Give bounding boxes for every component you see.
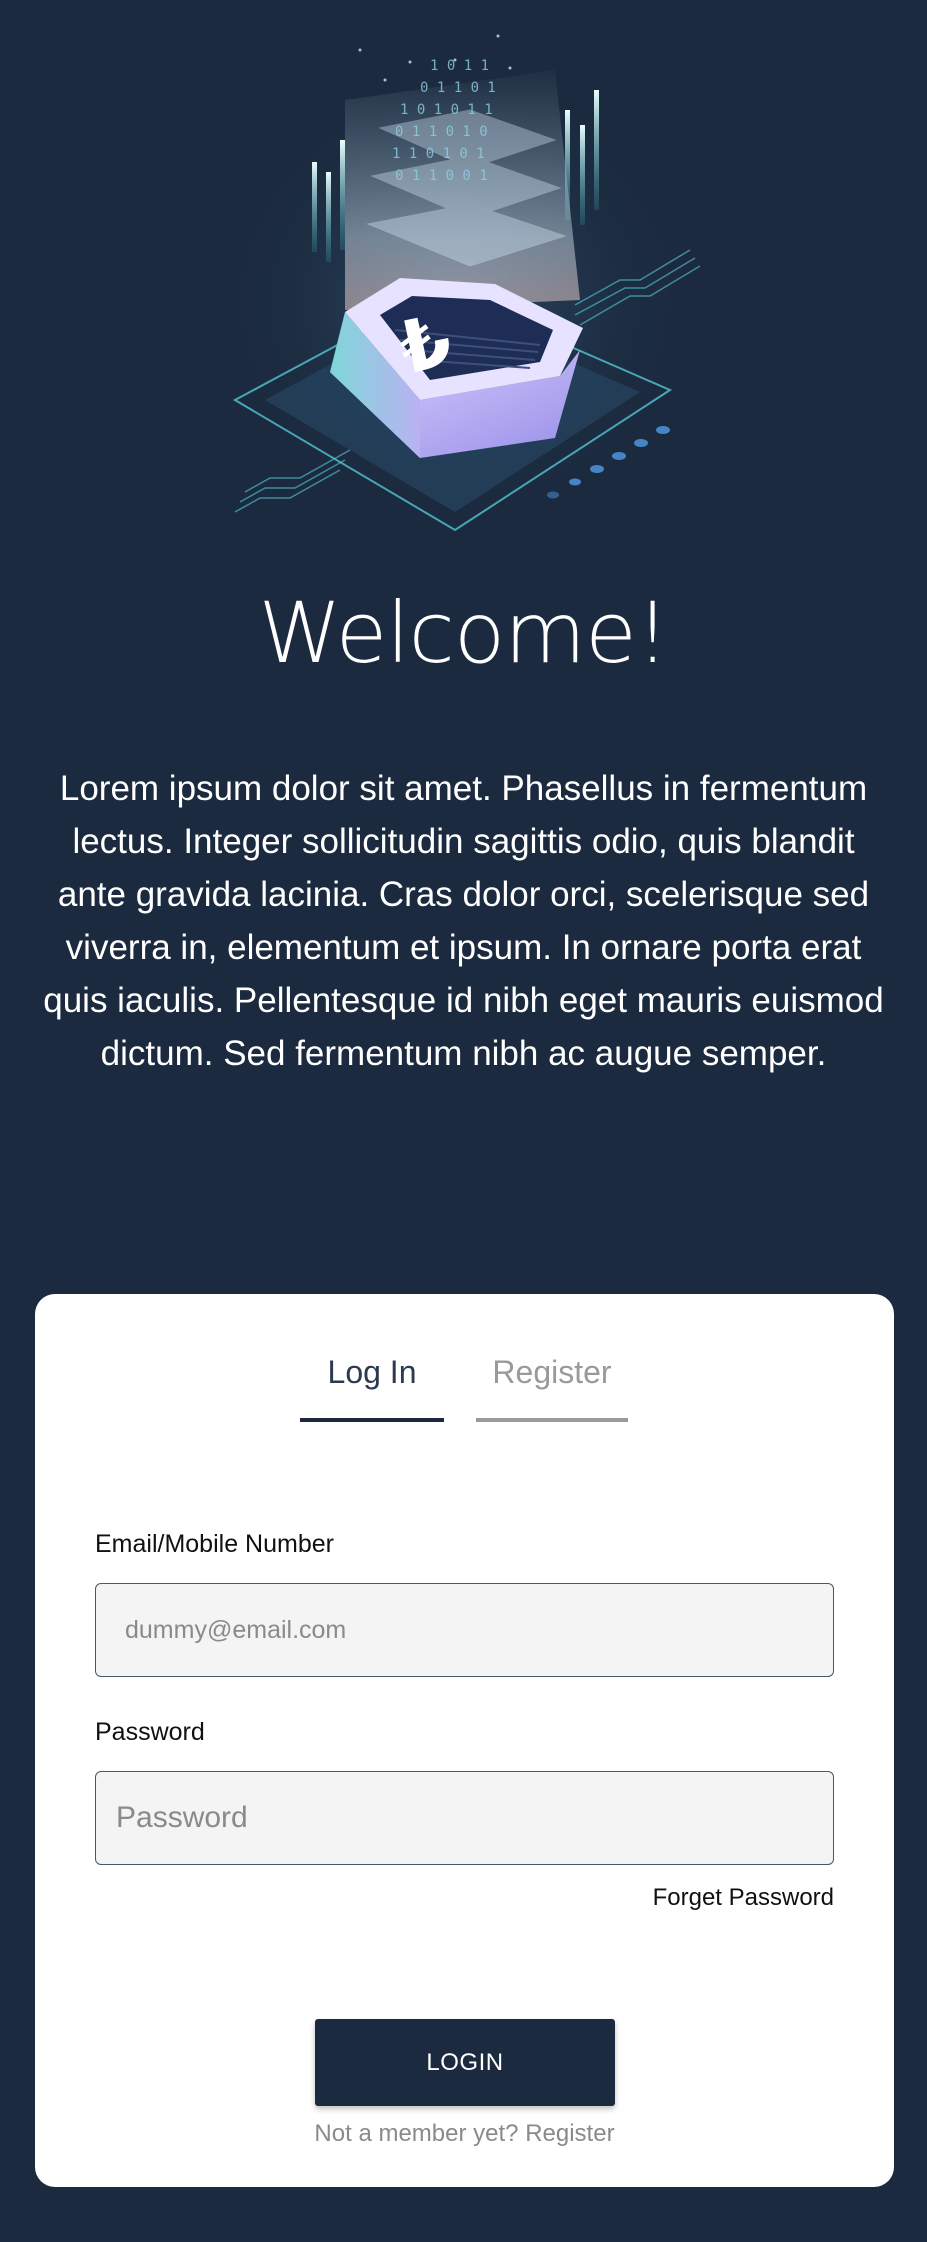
- svg-text:1 0 1 0 1 1: 1 0 1 0 1 1: [400, 102, 493, 118]
- password-field: [95, 1771, 834, 1865]
- svg-text:1 0 1 1: 1 0 1 1: [430, 58, 489, 74]
- email-field: [95, 1583, 834, 1677]
- tab-log-in[interactable]: Log In: [300, 1354, 444, 1422]
- svg-text:1 1 0 1 0 1: 1 1 0 1 0 1: [392, 146, 485, 162]
- password-label: Password: [95, 1718, 205, 1746]
- not-member-text: Not a member yet?: [314, 2120, 519, 2147]
- hero-section: 1 0 1 1 0 1 1 0 1 1 0 1 0 1 1 0 1 1 0 1 …: [0, 0, 927, 560]
- intro-paragraph: Lorem ipsum dolor sit amet. Phasellus in…: [43, 769, 884, 1073]
- auth-card: Log In Register Email/Mobile Number Pass…: [35, 1294, 894, 2187]
- email-label: Email/Mobile Number: [95, 1530, 334, 1558]
- password-input[interactable]: [96, 1772, 833, 1864]
- register-link[interactable]: Register: [525, 2120, 614, 2147]
- forget-password-link[interactable]: Forget Password: [653, 1884, 834, 1912]
- tab-register[interactable]: Register: [476, 1354, 628, 1422]
- not-member-row: Not a member yet? Register: [35, 2120, 894, 2148]
- svg-text:0 1 1 0 0 1: 0 1 1 0 0 1: [395, 168, 488, 184]
- hexagon-coin-illustration: 1 0 1 1 0 1 1 0 1 1 0 1 0 1 1 0 1 1 0 1 …: [205, 34, 705, 532]
- svg-text:0 1 1 0 1: 0 1 1 0 1: [420, 80, 496, 96]
- login-button[interactable]: LOGIN: [315, 2019, 615, 2106]
- svg-text:0 1 1 0 1 0: 0 1 1 0 1 0: [395, 124, 488, 140]
- welcome-title: Welcome!: [258, 584, 670, 682]
- email-input[interactable]: [96, 1584, 833, 1676]
